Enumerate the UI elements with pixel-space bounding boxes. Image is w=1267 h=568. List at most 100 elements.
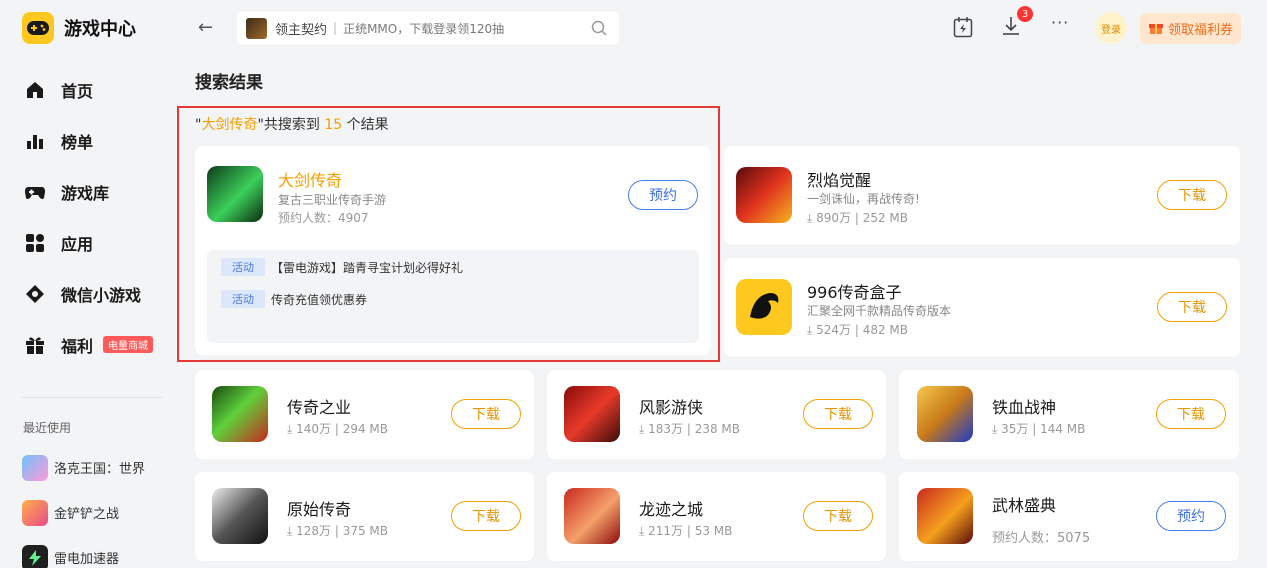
search-separator: | (333, 21, 338, 35)
activity-tag: 活动 (221, 258, 265, 276)
result-card[interactable]: 风影游侠 ⤓ 183万 | 238 MB 下载 (547, 370, 886, 459)
app-name[interactable]: 武林盛典 (992, 492, 1056, 516)
sidebar-item-label: 微信小游戏 (61, 285, 142, 305)
download-button[interactable]: 下载 (803, 399, 873, 429)
reserve-button[interactable]: 预约 (1156, 501, 1226, 531)
app-name[interactable]: 龙迹之城 (639, 496, 703, 520)
game-icon (564, 386, 620, 442)
file-size: 375 MB (342, 524, 389, 538)
activity-item[interactable]: 活动 传奇充值领优惠券 (221, 290, 367, 308)
reservation-count: 预约人数：4907 (278, 211, 369, 225)
download-count: 35万 (1001, 422, 1029, 436)
app-name[interactable]: 风影游侠 (639, 394, 703, 418)
download-button[interactable]: 下载 (451, 399, 521, 429)
game-icon (207, 166, 263, 222)
thunder-accelerator-icon (22, 544, 48, 568)
brand[interactable]: 游戏中心 (22, 12, 136, 44)
game-icon (564, 488, 620, 544)
sidebar-item-apps[interactable]: 应用 (24, 217, 153, 268)
download-count: 890万 (816, 211, 852, 225)
recent-item-label: 雷电加速器 (54, 552, 120, 567)
calendar-icon[interactable] (953, 16, 973, 42)
activity-item[interactable]: 活动 【雷电游戏】踏青寻宝计划必得好礼 (221, 258, 463, 276)
featured-result-card[interactable]: 大剑传奇 复古三职业传奇手游 预约人数：4907 预约 活动 【雷电游戏】踏青寻… (195, 146, 711, 355)
result-card[interactable]: 武林盛典 预约人数：5075 预约 (899, 472, 1239, 561)
game-icon (917, 488, 973, 544)
claim-coupon-label: 领取福利券 (1167, 23, 1233, 38)
reserve-button[interactable]: 预约 (628, 180, 698, 210)
activity-list: 活动 【雷电游戏】踏青寻宝计划必得好礼 活动 传奇充值领优惠券 (207, 250, 699, 343)
recent-item-label: 洛克王国：世界 (54, 462, 146, 477)
brand-title: 游戏中心 (64, 19, 136, 40)
summary-tail: 个结果 (346, 117, 389, 133)
summary-keyword: 大剑传奇 (201, 117, 258, 133)
download-button[interactable]: 下载 (451, 501, 521, 531)
download-count: 128万 (296, 524, 332, 538)
page-title: 搜索结果 (195, 73, 263, 93)
sidebar-item-ranking[interactable]: 榜单 (24, 115, 153, 166)
sidebar-nav: 首页 榜单 游戏库 应用 微信小游戏 福利 电量商城 (24, 64, 154, 370)
claim-coupon-button[interactable]: 领取福利券 (1140, 13, 1241, 44)
result-card[interactable]: 烈焰觉醒 一剑诛仙，再战传奇! ⤓ 890万 | 252 MB 下载 (724, 146, 1240, 245)
activity-text: 【雷电游戏】踏青寻宝计划必得好礼 (271, 260, 464, 275)
download-count: 211万 (648, 524, 684, 538)
app-name[interactable]: 传奇之业 (287, 394, 351, 418)
search-icon[interactable] (591, 20, 607, 40)
rock-kingdom-icon (22, 454, 48, 481)
search-bar[interactable]: 领主契约 | 正统MMO，下载登录领120抽 (237, 11, 619, 45)
app-name[interactable]: 原始传奇 (287, 496, 351, 520)
app-meta: ⤓ 128万 | 375 MB (287, 524, 389, 538)
sidebar-item-mini-games[interactable]: 微信小游戏 (24, 268, 153, 319)
app-meta: ⤓ 183万 | 238 MB (639, 422, 741, 436)
file-size: 294 MB (342, 422, 389, 436)
apps-icon (24, 232, 46, 254)
sidebar-item-label: 游戏库 (61, 183, 110, 203)
download-button[interactable]: 下载 (1157, 292, 1227, 322)
sidebar-item-label: 榜单 (61, 132, 94, 152)
game-icon (917, 386, 973, 442)
file-size: 238 MB (694, 422, 741, 436)
recent-item[interactable]: 金铲铲之战 (22, 490, 145, 535)
activity-tag: 活动 (221, 290, 265, 308)
app-name[interactable]: 996传奇盒子 (807, 279, 902, 303)
app-name[interactable]: 大剑传奇 (278, 167, 342, 191)
result-card[interactable]: 龙迹之城 ⤓ 211万 | 53 MB 下载 (547, 472, 886, 561)
summary-mid: "共搜索到 (257, 117, 320, 133)
result-card[interactable]: 996传奇盒子 汇聚全网千款精品传奇版本 ⤓ 524万 | 482 MB 下载 (724, 258, 1240, 357)
download-button[interactable]: 下载 (1156, 399, 1226, 429)
result-card[interactable]: 传奇之业 ⤓ 140万 | 294 MB 下载 (195, 370, 534, 459)
download-button[interactable]: 下载 (1157, 180, 1227, 210)
more-icon[interactable]: ··· (1051, 13, 1069, 32)
game-icon (212, 488, 268, 544)
download-count: 140万 (296, 422, 332, 436)
download-count-badge: 3 (1017, 6, 1033, 22)
app-meta: ⤓ 211万 | 53 MB (639, 524, 733, 538)
sidebar-item-welfare[interactable]: 福利 电量商城 (24, 319, 154, 370)
sidebar: 游戏中心 首页 榜单 游戏库 应用 微信小游戏 福利 电量商城 最近使用 洛克王… (0, 0, 180, 568)
result-card[interactable]: 原始传奇 ⤓ 128万 | 375 MB 下载 (195, 472, 534, 561)
app-desc: 复古三职业传奇手游 (278, 193, 387, 207)
golden-spatula-icon (22, 499, 48, 526)
app-meta: ⤓ 524万 | 482 MB (807, 323, 909, 337)
recent-item[interactable]: 洛克王国：世界 (22, 445, 145, 490)
sidebar-item-home[interactable]: 首页 (24, 64, 153, 115)
download-count: 183万 (648, 422, 684, 436)
search-placeholder-game: 领主契约 (275, 22, 328, 38)
download-count: 524万 (816, 323, 852, 337)
app-name[interactable]: 烈焰觉醒 (807, 167, 871, 191)
app-meta: ⤓ 140万 | 294 MB (287, 422, 389, 436)
gift-icon (24, 334, 46, 356)
shop-badge: 电量商城 (103, 336, 154, 353)
game-thumbnail-icon (246, 17, 267, 39)
download-icon[interactable] (1002, 16, 1020, 40)
login-button[interactable]: 登录 (1095, 12, 1127, 44)
game-icon (736, 279, 792, 335)
app-name[interactable]: 铁血战神 (992, 394, 1056, 418)
result-card[interactable]: 铁血战神 ⤓ 35万 | 144 MB 下载 (899, 370, 1239, 459)
file-size: 482 MB (862, 323, 909, 337)
sidebar-item-label: 首页 (61, 81, 94, 101)
sidebar-item-game-library[interactable]: 游戏库 (24, 166, 153, 217)
download-button[interactable]: 下载 (803, 501, 873, 531)
back-arrow-icon[interactable]: ← (198, 17, 213, 38)
recent-item[interactable]: 雷电加速器 (22, 535, 145, 568)
